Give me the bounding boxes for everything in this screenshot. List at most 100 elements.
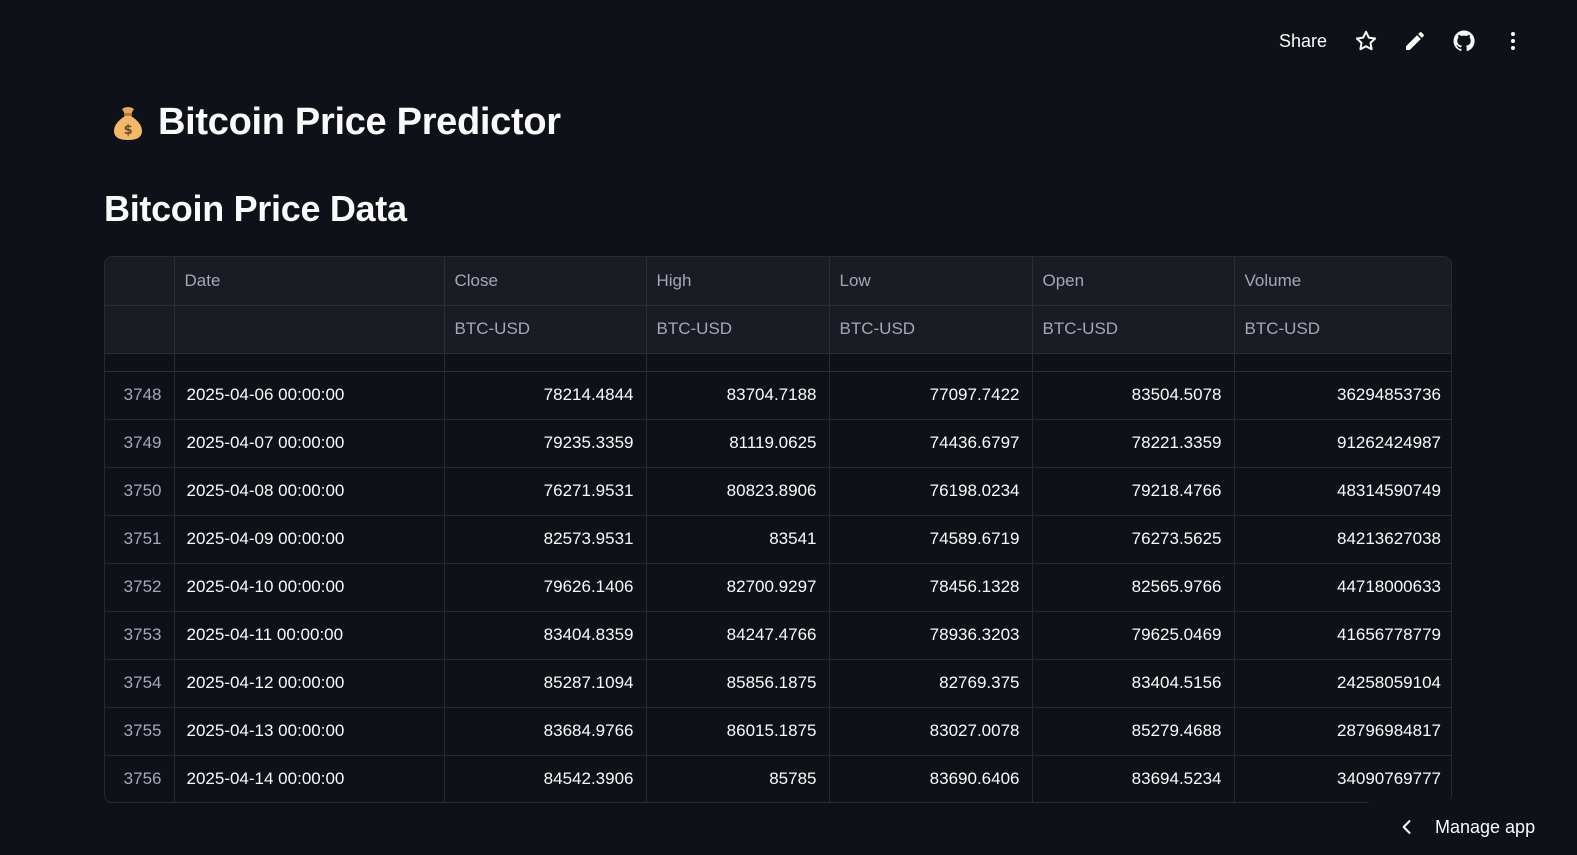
cell-high[interactable]: 85856.1875 (646, 659, 830, 708)
cell-volume[interactable]: 34090769777 (1234, 755, 1451, 802)
cell-close[interactable]: 84542.3906 (444, 755, 647, 802)
cell-high[interactable]: 83541 (646, 515, 830, 564)
cell-high[interactable]: 81119.0625 (646, 419, 830, 468)
manage-app-label: Manage app (1435, 816, 1536, 837)
cell-close[interactable]: 79235.3359 (444, 419, 647, 468)
kebab-menu-icon[interactable] (1488, 22, 1537, 60)
row-index[interactable]: 3748 (105, 371, 175, 420)
cell-open[interactable]: 79625.0469 (1032, 611, 1235, 660)
subheader-low: BTC-USD (829, 305, 1033, 354)
row-index[interactable]: 3754 (105, 659, 175, 708)
cell-close[interactable]: 83404.8359 (444, 611, 647, 660)
cell-high[interactable]: 82700.9297 (646, 563, 830, 612)
cell-open[interactable]: 83504.5078 (1032, 371, 1235, 420)
row-index[interactable]: 3753 (105, 611, 175, 660)
table-row[interactable]: 3751 2025-04-09 00:00:00 82573.9531 83541 74… (105, 515, 1451, 564)
table-row[interactable]: 3755 2025-04-13 00:00:00 83684.9766 86015.1… (105, 707, 1451, 756)
table-row[interactable]: 3750 2025-04-08 00:00:00 76271.9531 80823.8… (105, 467, 1451, 516)
table-subheader-row: BTC-USD BTC-USD BTC-USD BTC-USD BTC-USD (105, 305, 1451, 354)
row-index[interactable]: 3750 (105, 467, 175, 516)
section-heading: Bitcoin Price Data (104, 188, 407, 229)
cell-date[interactable]: 2025-04-10 00:00:00 (174, 563, 445, 612)
cell-high[interactable]: 84247.4766 (646, 611, 830, 660)
cell-date[interactable]: 2025-04-08 00:00:00 (174, 467, 445, 516)
cell-open[interactable]: 83694.5234 (1032, 755, 1235, 802)
index-subheader (105, 305, 175, 354)
cell-open[interactable]: 78221.3359 (1032, 419, 1235, 468)
row-index[interactable]: 3755 (105, 707, 175, 756)
table-row[interactable]: 3748 2025-04-06 00:00:00 78214.4844 83704.7… (105, 371, 1451, 420)
column-header-low[interactable]: Low (829, 257, 1033, 306)
cell-close[interactable]: 78214.4844 (444, 371, 647, 420)
svg-text:$: $ (124, 123, 133, 138)
subheader-volume: BTC-USD (1234, 305, 1451, 354)
table-spacer-row (105, 353, 1451, 372)
app-toolbar: Share (1265, 22, 1537, 60)
cell-close[interactable]: 82573.9531 (444, 515, 647, 564)
cell-low[interactable]: 74436.6797 (829, 419, 1033, 468)
column-header-open[interactable]: Open (1032, 257, 1235, 306)
manage-app-button[interactable]: Manage app (1369, 799, 1577, 855)
page-title: $ Bitcoin Price Predictor (108, 101, 561, 144)
cell-close[interactable]: 79626.1406 (444, 563, 647, 612)
cell-open[interactable]: 85279.4688 (1032, 707, 1235, 756)
cell-volume[interactable]: 41656778779 (1234, 611, 1451, 660)
github-icon[interactable] (1439, 22, 1488, 60)
table-row[interactable]: 3754 2025-04-12 00:00:00 85287.1094 85856.1… (105, 659, 1451, 708)
subheader-high: BTC-USD (646, 305, 830, 354)
cell-open[interactable]: 76273.5625 (1032, 515, 1235, 564)
cell-low[interactable]: 74589.6719 (829, 515, 1033, 564)
cell-volume[interactable]: 36294853736 (1234, 371, 1451, 420)
cell-volume[interactable]: 48314590749 (1234, 467, 1451, 516)
table-row[interactable]: 3749 2025-04-07 00:00:00 79235.3359 81119.0… (105, 419, 1451, 468)
cell-volume[interactable]: 84213627038 (1234, 515, 1451, 564)
column-header-close[interactable]: Close (444, 257, 647, 306)
column-header-volume[interactable]: Volume (1234, 257, 1451, 306)
cell-volume[interactable]: 28796984817 (1234, 707, 1451, 756)
cell-high[interactable]: 83704.7188 (646, 371, 830, 420)
cell-close[interactable]: 83684.9766 (444, 707, 647, 756)
subheader-date (174, 305, 445, 354)
cell-open[interactable]: 79218.4766 (1032, 467, 1235, 516)
cell-low[interactable]: 83027.0078 (829, 707, 1033, 756)
cell-date[interactable]: 2025-04-13 00:00:00 (174, 707, 445, 756)
cell-high[interactable]: 85785 (646, 755, 830, 802)
column-header-high[interactable]: High (646, 257, 830, 306)
subheader-open: BTC-USD (1032, 305, 1235, 354)
share-button[interactable]: Share (1265, 22, 1341, 60)
table-header-row: Date Close High Low Open Volume (105, 257, 1451, 306)
cell-date[interactable]: 2025-04-06 00:00:00 (174, 371, 445, 420)
cell-low[interactable]: 82769.375 (829, 659, 1033, 708)
cell-date[interactable]: 2025-04-12 00:00:00 (174, 659, 445, 708)
row-index[interactable]: 3752 (105, 563, 175, 612)
table-row[interactable]: 3753 2025-04-11 00:00:00 83404.8359 84247.4… (105, 611, 1451, 660)
cell-low[interactable]: 83690.6406 (829, 755, 1033, 802)
row-index[interactable]: 3756 (105, 755, 175, 802)
column-header-date[interactable]: Date (174, 257, 445, 306)
table-row[interactable]: 3752 2025-04-10 00:00:00 79626.1406 82700.9… (105, 563, 1451, 612)
price-data-table[interactable]: Date Close High Low Open Volume BTC-USD … (104, 256, 1452, 803)
pencil-icon[interactable] (1390, 22, 1439, 60)
cell-date[interactable]: 2025-04-09 00:00:00 (174, 515, 445, 564)
cell-low[interactable]: 77097.7422 (829, 371, 1033, 420)
cell-close[interactable]: 76271.9531 (444, 467, 647, 516)
cell-volume[interactable]: 91262424987 (1234, 419, 1451, 468)
cell-close[interactable]: 85287.1094 (444, 659, 647, 708)
cell-date[interactable]: 2025-04-11 00:00:00 (174, 611, 445, 660)
cell-volume[interactable]: 24258059104 (1234, 659, 1451, 708)
cell-low[interactable]: 78456.1328 (829, 563, 1033, 612)
cell-low[interactable]: 78936.3203 (829, 611, 1033, 660)
cell-high[interactable]: 86015.1875 (646, 707, 830, 756)
cell-high[interactable]: 80823.8906 (646, 467, 830, 516)
cell-open[interactable]: 83404.5156 (1032, 659, 1235, 708)
cell-date[interactable]: 2025-04-07 00:00:00 (174, 419, 445, 468)
row-index[interactable]: 3749 (105, 419, 175, 468)
cell-date[interactable]: 2025-04-14 00:00:00 (174, 755, 445, 802)
cell-volume[interactable]: 44718000633 (1234, 563, 1451, 612)
row-index[interactable]: 3751 (105, 515, 175, 564)
cell-open[interactable]: 82565.9766 (1032, 563, 1235, 612)
money-bag-icon: $ (114, 106, 142, 140)
table-row[interactable]: 3756 2025-04-14 00:00:00 84542.3906 85785 83… (105, 755, 1451, 802)
star-icon[interactable] (1341, 22, 1390, 60)
cell-low[interactable]: 76198.0234 (829, 467, 1033, 516)
